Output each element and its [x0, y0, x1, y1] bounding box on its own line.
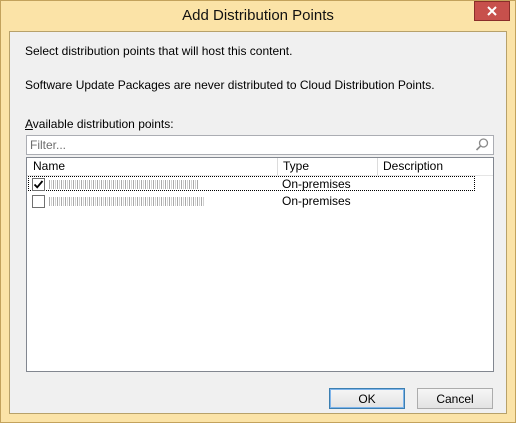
row-type: On-premises [282, 194, 351, 208]
ok-button[interactable]: OK [329, 388, 405, 409]
row-checkbox[interactable] [32, 178, 45, 191]
dialog-title: Add Distribution Points [182, 7, 334, 24]
search-icon[interactable] [474, 137, 490, 153]
close-button[interactable] [474, 1, 510, 21]
available-label-rest: vailable distribution points: [32, 117, 174, 131]
column-header-type[interactable]: Type [277, 158, 377, 175]
list-header: Name Type Description [27, 158, 493, 176]
list-item[interactable]: On-premises [27, 193, 493, 209]
dialog-content: Select distribution points that will hos… [9, 31, 507, 414]
redacted-server-name [49, 197, 205, 206]
row-type: On-premises [282, 177, 351, 191]
column-header-name[interactable]: Name [27, 158, 277, 175]
list-item[interactable]: On-premises [27, 176, 493, 192]
available-label: Available distribution points: [25, 117, 174, 131]
filter-input[interactable] [30, 137, 470, 153]
row-checkbox[interactable] [32, 195, 45, 208]
title-bar[interactable]: Add Distribution Points [1, 1, 515, 32]
cancel-button[interactable]: Cancel [417, 388, 493, 409]
checkmark-icon [33, 180, 44, 189]
distribution-points-list[interactable]: Name Type Description On-premises On-pre… [26, 157, 494, 372]
redacted-server-name [49, 180, 199, 189]
select-message: Select distribution points that will hos… [25, 44, 293, 58]
dialog-window: Add Distribution Points Select distribut… [0, 0, 516, 423]
column-header-description[interactable]: Description [377, 158, 493, 175]
available-label-accelerator: A [25, 117, 33, 131]
cloud-note: Software Update Packages are never distr… [25, 78, 435, 92]
close-icon [487, 6, 497, 16]
filter-box[interactable] [26, 135, 494, 155]
